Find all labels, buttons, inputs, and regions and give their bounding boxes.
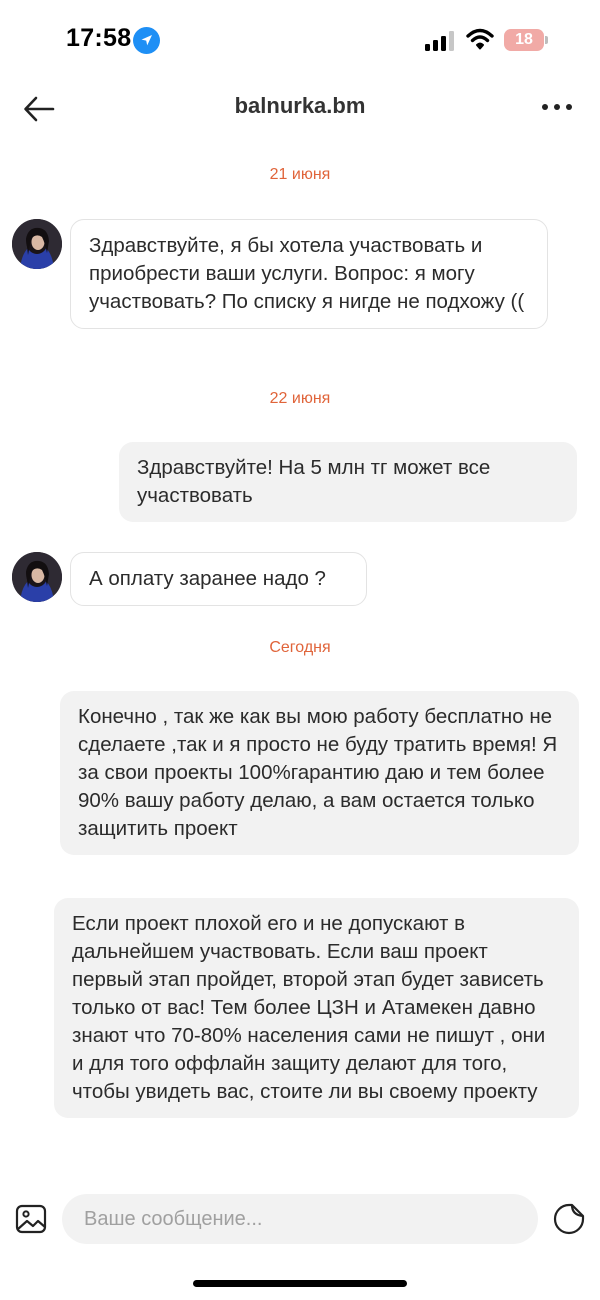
date-separator: 21 июня [269,166,331,183]
location-arrow-icon [133,27,160,54]
message-bubble-outgoing[interactable]: Конечно , так же как вы мою работу беспл… [60,691,579,855]
status-bar: 17:58 18 [0,0,600,80]
chat-header: balnurka.bm [0,80,600,138]
cellular-signal-icon [425,31,454,51]
status-time: 17:58 [66,24,132,52]
message-bubble-incoming[interactable]: А оплату заранее надо ? [70,552,367,606]
message-bubble-incoming[interactable]: Здравствуйте, я бы хотела участвовать и … [70,219,548,329]
wifi-icon [466,28,494,50]
more-horizontal-icon[interactable] [540,94,574,120]
battery-cap [545,36,548,44]
battery-indicator: 18 [504,29,544,51]
home-indicator[interactable] [193,1280,407,1287]
avatar[interactable] [12,219,62,269]
sticker-icon[interactable] [552,1202,586,1236]
date-separator: 22 июня [269,390,331,407]
message-bubble-outgoing[interactable]: Здравствуйте! На 5 млн тг может все учас… [119,442,577,522]
date-separator: Сегодня [269,639,331,656]
chat-title[interactable]: balnurka.bm [0,93,600,119]
image-icon[interactable] [14,1202,48,1236]
message-bubble-outgoing[interactable]: Если проект плохой его и не допускают в … [54,898,579,1118]
message-input[interactable] [62,1194,538,1244]
avatar[interactable] [12,552,62,602]
message-composer [0,1190,600,1250]
